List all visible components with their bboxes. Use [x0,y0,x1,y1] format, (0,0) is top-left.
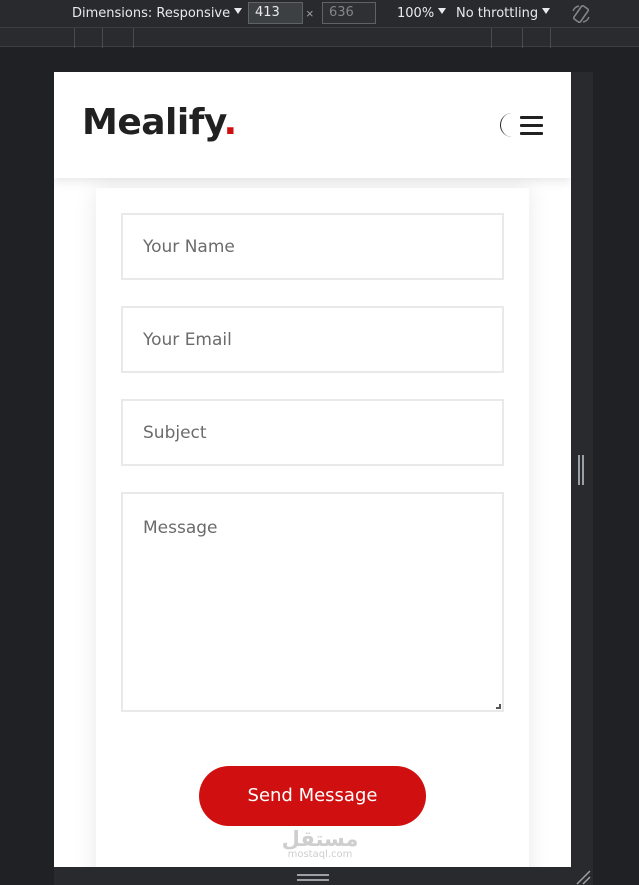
resize-handle-right[interactable] [578,455,584,485]
contact-form: Your Name Your Email Subject Message Sen… [96,188,529,867]
height-input[interactable]: 636 [322,2,376,24]
logo-text: Mealify [82,102,224,143]
watermark-main: مستقل [281,827,359,851]
ruler-tick [102,28,103,48]
subject-input[interactable]: Subject [121,399,504,466]
ruler-tick [133,28,134,48]
site-logo[interactable]: Mealify. [82,102,237,143]
ruler-tick [550,28,551,48]
name-input[interactable]: Your Name [121,213,504,280]
site-header: Mealify. [54,72,571,178]
resize-grip-icon[interactable] [496,704,501,709]
rotate-icon[interactable] [570,3,592,25]
zoom-dropdown[interactable]: 100% [397,0,447,27]
moon-icon[interactable] [496,111,520,139]
throttling-label: No throttling [456,6,539,21]
width-input[interactable]: 413 [248,2,303,24]
resize-corner-icon[interactable] [572,868,592,885]
times-sign: × [306,6,314,21]
chevron-down-icon [542,8,551,14]
zoom-label: 100% [397,6,435,21]
message-textarea[interactable]: Message [121,492,504,712]
chevron-down-icon [234,8,243,14]
dimensions-dropdown[interactable]: Dimensions: Responsive [72,0,243,27]
devtools-toolbar: Dimensions: Responsive 413 × 636 100% No… [0,0,639,27]
subject-placeholder: Subject [143,423,207,443]
ruler-tick [491,28,492,48]
ruler-tick [522,28,523,48]
message-placeholder: Message [143,518,218,538]
ruler-tick [74,28,75,48]
name-placeholder: Your Name [143,237,235,257]
email-placeholder: Your Email [143,330,232,350]
watermark: مستقل mostaql.com [280,828,360,860]
media-query-ruler[interactable] [0,27,639,48]
logo-dot: . [223,102,238,143]
menu-icon[interactable] [520,115,544,135]
watermark-sub: mostaql.com [287,849,353,860]
device-viewport: Mealify. Your Name Your Email Subject Me… [54,72,571,867]
send-message-button[interactable]: Send Message [199,766,426,826]
dimensions-label: Dimensions: Responsive [72,6,231,21]
throttling-dropdown[interactable]: No throttling [456,0,551,27]
resize-handle-bottom[interactable] [297,874,329,881]
email-input[interactable]: Your Email [121,306,504,373]
chevron-down-icon [438,8,447,14]
